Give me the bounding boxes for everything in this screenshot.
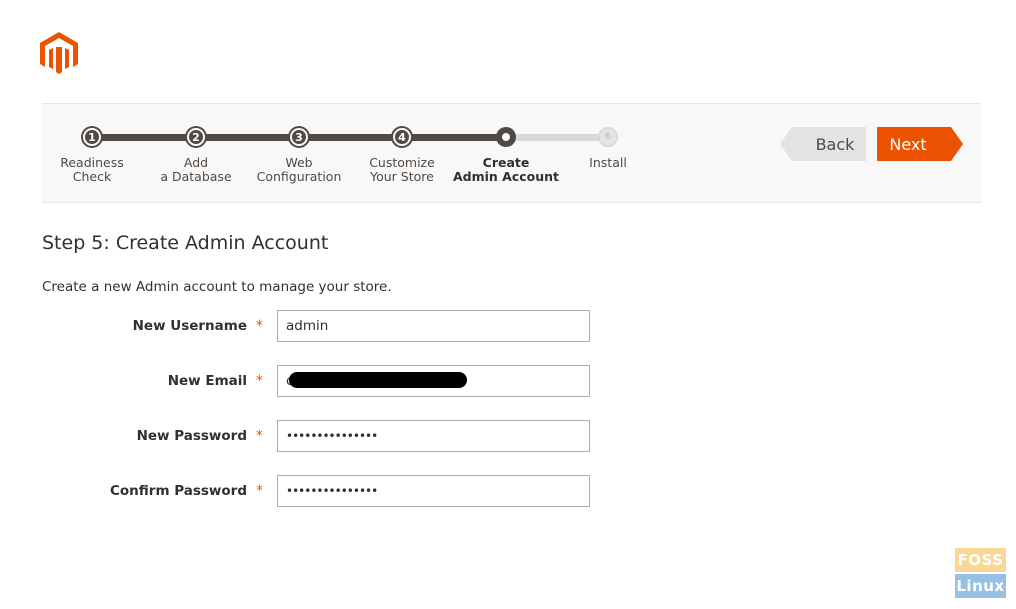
email-label: New Email bbox=[167, 373, 247, 389]
step-5-marker-current bbox=[496, 127, 516, 147]
step-6-marker: 6 bbox=[598, 127, 618, 147]
step-3-marker: 3 bbox=[290, 128, 308, 146]
username-input[interactable] bbox=[277, 310, 590, 342]
progress-steps: 1 2 3 4 6 Readiness Check Add a Database… bbox=[42, 104, 662, 202]
required-marker: * bbox=[256, 318, 263, 334]
back-button[interactable]: Back bbox=[780, 127, 866, 161]
confirm-password-input[interactable] bbox=[277, 475, 590, 507]
required-marker: * bbox=[256, 428, 263, 444]
next-button[interactable]: Next bbox=[877, 127, 963, 161]
page-intro: Create a new Admin account to manage you… bbox=[42, 279, 392, 295]
step-3-label: Web Configuration bbox=[256, 155, 342, 184]
watermark-foss: FOSS bbox=[955, 548, 1006, 572]
required-marker: * bbox=[256, 373, 263, 389]
confirm-password-label: Confirm Password bbox=[109, 483, 247, 499]
setup-wizard-header: 1 2 3 4 6 Readiness Check Add a Database… bbox=[42, 103, 981, 203]
step-6-label: Install bbox=[589, 155, 627, 170]
step-5-label: Create Admin Account bbox=[452, 155, 560, 184]
step-4-label: Customize Your Store bbox=[369, 155, 435, 184]
email-input[interactable] bbox=[277, 365, 590, 397]
password-label: New Password bbox=[136, 428, 247, 444]
username-label: New Username bbox=[132, 318, 247, 334]
step-4-marker: 4 bbox=[393, 128, 411, 146]
step-2-label: Add a Database bbox=[160, 155, 232, 184]
step-2-marker: 2 bbox=[187, 128, 205, 146]
page-title: Step 5: Create Admin Account bbox=[42, 232, 329, 254]
email-row: New Email * bbox=[42, 365, 602, 397]
password-input[interactable] bbox=[277, 420, 590, 452]
watermark-linux: Linux bbox=[955, 574, 1006, 598]
username-row: New Username * bbox=[42, 310, 602, 342]
magento-logo-icon bbox=[40, 32, 78, 74]
step-1-marker: 1 bbox=[83, 128, 101, 146]
step-1-label: Readiness Check bbox=[60, 155, 124, 184]
required-marker: * bbox=[256, 483, 263, 499]
confirm-password-row: Confirm Password * bbox=[42, 475, 602, 507]
progress-track-remaining bbox=[507, 134, 607, 141]
password-row: New Password * bbox=[42, 420, 602, 452]
